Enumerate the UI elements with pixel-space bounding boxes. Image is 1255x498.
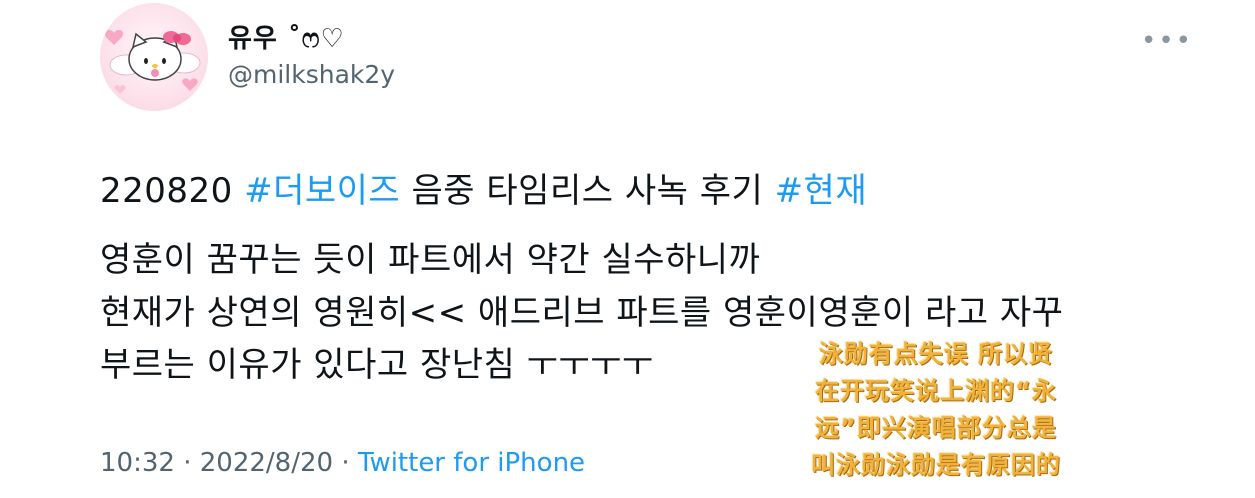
translation-caption: 泳勋有点失误 所以贤 在开玩笑说上渊的“永 远”即兴演唱部分总是 叫泳勋泳勋是有… [786, 336, 1086, 484]
tweet-source-link[interactable]: Twitter for iPhone [358, 448, 585, 478]
user-handle[interactable]: @milkshak2y [228, 60, 395, 89]
caption-line: 叫泳勋泳勋是有原因的 [811, 451, 1061, 479]
hello-kitty-avatar-icon [104, 30, 201, 94]
tweet-time[interactable]: 10:32 [100, 448, 175, 478]
tweet-line-1: 220820 #더보이즈 음중 타임리스 사녹 후기 #현재 [100, 163, 867, 212]
tweet-text-middle: 음중 타임리스 사녹 후기 [400, 171, 775, 211]
caption-line: 在开玩笑说上渊的“永 [815, 377, 1057, 405]
tweet-metadata: 10:32 · 2022/8/20 · Twitter for iPhone [100, 448, 585, 478]
meta-separator: · [174, 448, 200, 478]
hashtag-hyunjae[interactable]: #현재 [775, 171, 868, 211]
caption-line: 远”即兴演唱部分总是 [815, 414, 1057, 442]
tweet-line-3: 현재가 상연의 영원히<< 애드리브 파트를 영훈이영훈이 라고 자꾸 [100, 293, 1064, 333]
display-name[interactable]: 유우 ˚ෆ♡ [228, 18, 345, 55]
more-dots-icon[interactable]: ••• [1141, 26, 1193, 56]
tweet-date-text: 220820 [100, 171, 245, 211]
avatar[interactable] [100, 3, 208, 111]
tweet-line-4: 부르는 이유가 있다고 장난침 ㅜㅜㅜㅜ [100, 345, 654, 385]
tweet-date[interactable]: 2022/8/20 [200, 448, 333, 478]
meta-separator: · [333, 448, 358, 478]
hashtag-theboyz[interactable]: #더보이즈 [244, 171, 400, 211]
tweet-line-2: 영훈이 꿈꾸는 듯이 파트에서 약간 실수하니까 [100, 240, 761, 280]
caption-line: 泳勋有点失误 所以贤 [818, 340, 1054, 368]
